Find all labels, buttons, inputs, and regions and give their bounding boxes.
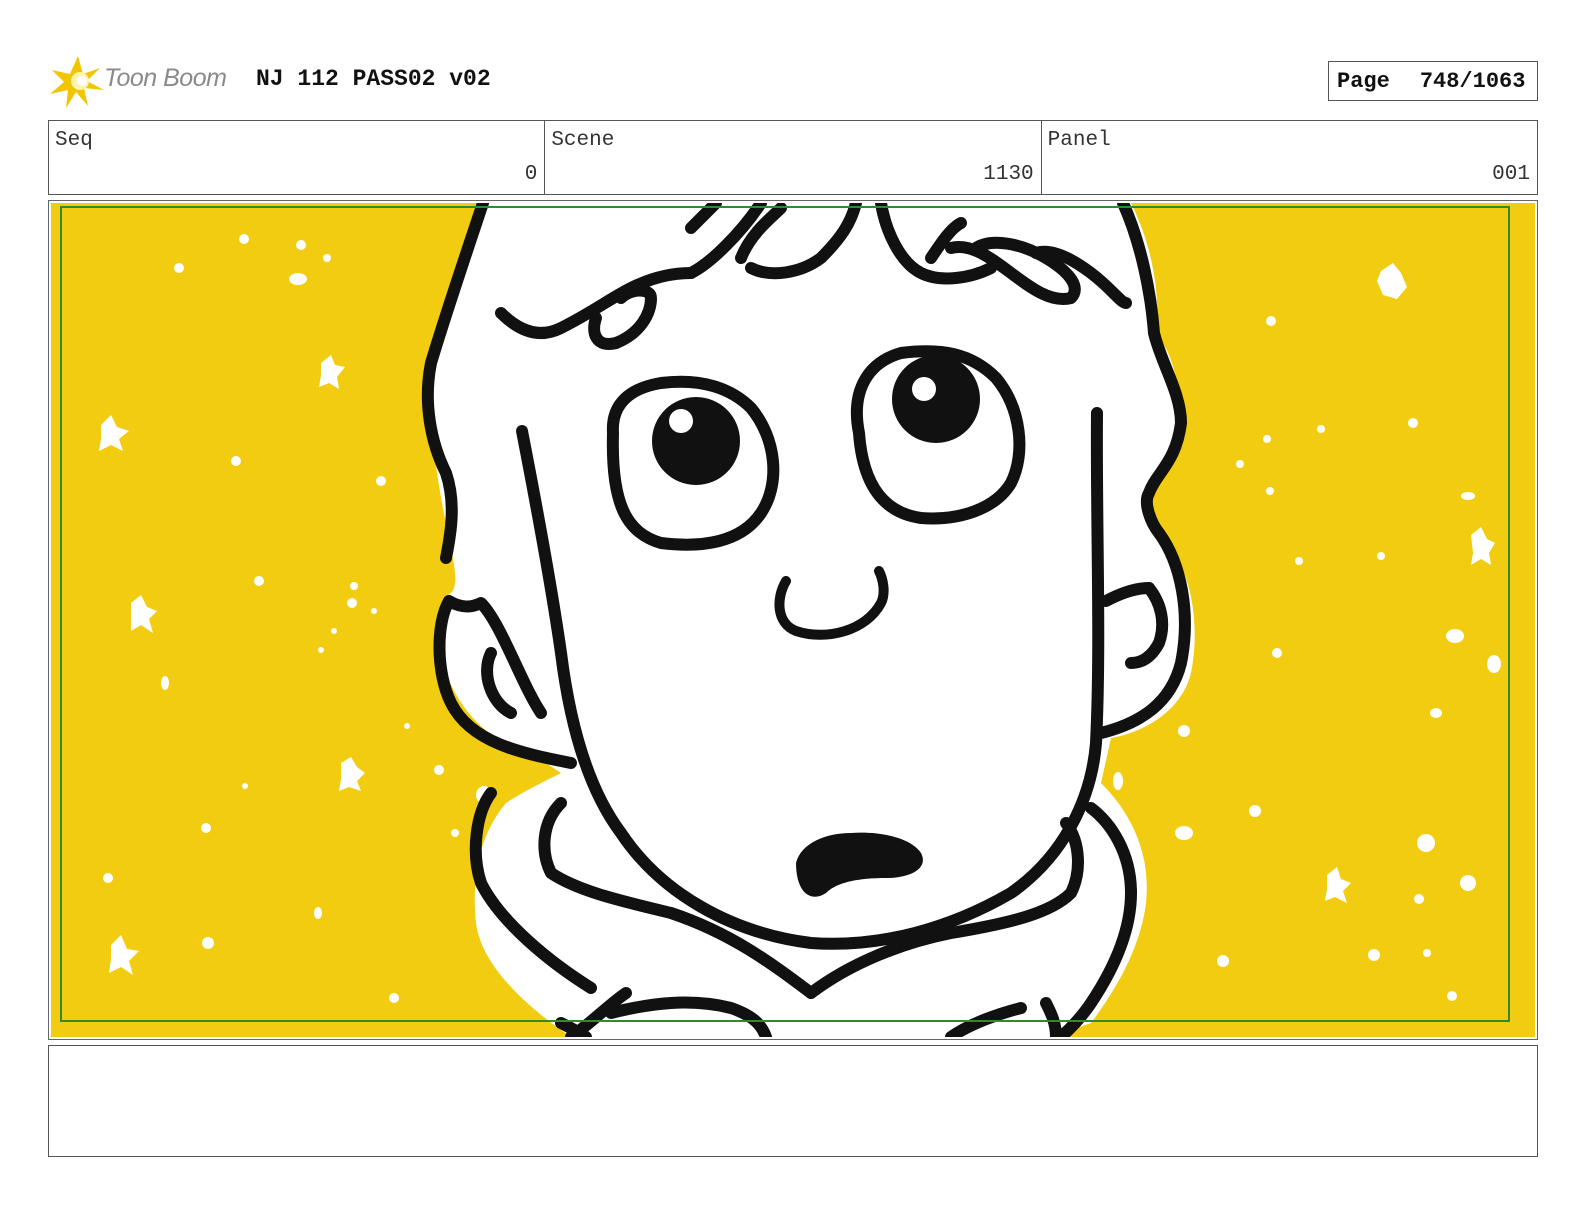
scene-value: 1130 [983, 163, 1034, 186]
logo-text: Toon Boom [104, 64, 227, 92]
project-title: NJ 112 PASS02 v02 [256, 66, 491, 92]
page-counter: Page 748/1063 [1328, 61, 1538, 101]
panel-value: 001 [1492, 163, 1530, 186]
seq-value: 0 [524, 163, 538, 186]
scene-label: Scene [551, 129, 615, 152]
info-row: Seq 0 Scene 1130 Panel 001 [48, 120, 1538, 195]
scene-cell: Scene 1130 [545, 121, 1042, 194]
toon-boom-logo: Toon Boom [48, 50, 238, 110]
seq-label: Seq [55, 129, 93, 152]
panel-cell: Panel 001 [1042, 121, 1537, 194]
panel-drawing [51, 203, 1535, 1037]
storyboard-panel [48, 200, 1538, 1040]
page-label: Page [1337, 68, 1390, 94]
page-value: 748/1063 [1419, 68, 1526, 94]
panel-label: Panel [1047, 129, 1111, 152]
starburst-logo-icon [50, 56, 104, 108]
seq-cell: Seq 0 [49, 121, 546, 194]
notes-box [48, 1045, 1538, 1157]
